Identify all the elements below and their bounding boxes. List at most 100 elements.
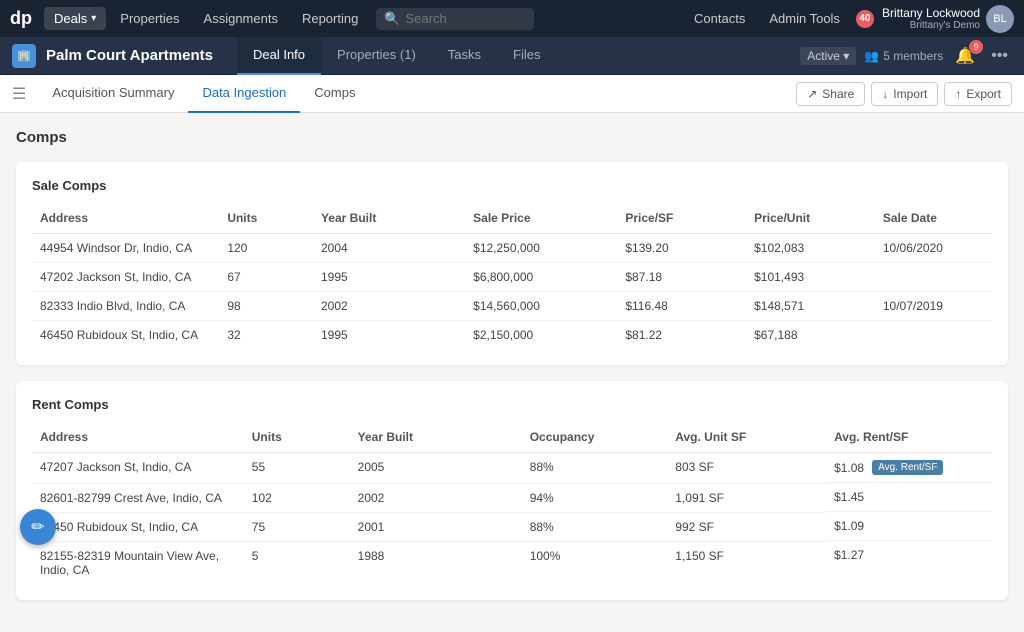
admin-tools-button[interactable]: Admin Tools	[761, 7, 848, 30]
cell-sale-price: $2,150,000	[465, 321, 617, 350]
table-row: 82155-82319 Mountain View Ave, Indio, CA…	[32, 541, 992, 584]
rent-comps-card: Rent Comps Address Units Year Built Occu…	[16, 381, 1008, 600]
tab-files[interactable]: Files	[497, 37, 556, 75]
table-row: 82333 Indio Blvd, Indio, CA 98 2002 $14,…	[32, 292, 992, 321]
col-header-sale-price: Sale Price	[465, 205, 617, 234]
cell-year-built: 2004	[313, 234, 465, 263]
search-input[interactable]	[406, 11, 526, 26]
cell-sale-date	[875, 263, 992, 292]
cell-price-sf: $139.20	[617, 234, 746, 263]
tab-tasks[interactable]: Tasks	[432, 37, 497, 75]
col-header-avg-unit-sf: Avg. Unit SF	[667, 424, 826, 453]
tab-comps[interactable]: Comps	[300, 75, 369, 113]
fab-edit-button[interactable]: ✏	[20, 509, 56, 545]
cell-year-built: 2005	[350, 453, 522, 484]
table-row: 82601-82799 Crest Ave, Indio, CA 102 200…	[32, 483, 992, 512]
nav-right-section: Contacts Admin Tools 40 Brittany Lockwoo…	[686, 5, 1014, 33]
nav-reporting[interactable]: Reporting	[292, 7, 368, 30]
more-options-button[interactable]: •••	[987, 45, 1012, 67]
cell-price-unit: $102,083	[746, 234, 875, 263]
search-bar[interactable]: 🔍	[376, 8, 533, 30]
cell-address: 82601-82799 Crest Ave, Indio, CA	[32, 483, 244, 512]
chevron-down-icon: ▾	[91, 13, 96, 24]
top-navigation: dp Deals ▾ Properties Assignments Report…	[0, 0, 1024, 37]
table-row: 47207 Jackson St, Indio, CA 55 2005 88% …	[32, 453, 992, 484]
export-icon: ↑	[955, 87, 961, 101]
tab-deal-info[interactable]: Deal Info	[237, 37, 321, 75]
cell-avg-rent-sf: $1.08Avg. Rent/SF	[826, 453, 992, 483]
cell-avg-unit-sf: 1,091 SF	[667, 483, 826, 512]
cell-address: 46450 Rubidoux St, Indio, CA	[32, 321, 219, 350]
contacts-button[interactable]: Contacts	[686, 7, 753, 30]
cell-address: 82155-82319 Mountain View Ave, Indio, CA	[32, 541, 244, 584]
col-header-year-built: Year Built	[350, 424, 522, 453]
cell-year-built: 2001	[350, 512, 522, 541]
search-icon: 🔍	[384, 11, 400, 27]
cell-occupancy: 88%	[522, 512, 668, 541]
members-button[interactable]: 👥 5 members	[864, 49, 943, 63]
cell-address: 82333 Indio Blvd, Indio, CA	[32, 292, 219, 321]
cell-units: 55	[244, 453, 350, 484]
tab-properties[interactable]: Properties (1)	[321, 37, 432, 75]
col-header-occupancy: Occupancy	[522, 424, 668, 453]
nav-deals[interactable]: Deals ▾	[44, 7, 106, 30]
user-info: Brittany Lockwood Brittany's Demo BL	[882, 5, 1014, 33]
cell-units: 67	[219, 263, 313, 292]
col-header-address: Address	[32, 424, 244, 453]
notification-badge[interactable]: 40	[856, 10, 874, 28]
hamburger-icon[interactable]: ☰	[12, 84, 26, 104]
share-icon: ↗	[807, 87, 817, 101]
sale-comps-table: Address Units Year Built Sale Price Pric…	[32, 205, 992, 349]
import-button[interactable]: ↓ Import	[871, 82, 938, 106]
col-header-sale-date: Sale Date	[875, 205, 992, 234]
cell-price-unit: $101,493	[746, 263, 875, 292]
cell-sale-date	[875, 321, 992, 350]
col-header-address: Address	[32, 205, 219, 234]
tab-data-ingestion[interactable]: Data Ingestion	[188, 75, 300, 113]
export-button[interactable]: ↑ Export	[944, 82, 1012, 106]
col-header-units: Units	[244, 424, 350, 453]
status-badge[interactable]: Active ▾	[800, 47, 856, 65]
page-title: Comps	[16, 129, 1008, 146]
col-header-year-built: Year Built	[313, 205, 465, 234]
share-button[interactable]: ↗ Share	[796, 82, 865, 106]
col-header-price-unit: Price/Unit	[746, 205, 875, 234]
cell-sale-date: 10/07/2019	[875, 292, 992, 321]
notifications-button[interactable]: 🔔 9	[951, 44, 979, 68]
sale-comps-card: Sale Comps Address Units Year Built Sale…	[16, 162, 1008, 365]
tab-acquisition-summary[interactable]: Acquisition Summary	[38, 75, 188, 113]
table-row: 46450 Rubidoux St, Indio, CA 75 2001 88%…	[32, 512, 992, 541]
cell-avg-rent-sf: $1.45	[826, 483, 992, 512]
cell-units: 102	[244, 483, 350, 512]
avatar[interactable]: BL	[986, 5, 1014, 33]
cell-occupancy: 94%	[522, 483, 668, 512]
nav-assignments[interactable]: Assignments	[194, 7, 288, 30]
nav-properties[interactable]: Properties	[110, 7, 189, 30]
col-header-avg-rent-sf: Avg. Rent/SF	[826, 424, 992, 453]
table-row: 44954 Windsor Dr, Indio, CA 120 2004 $12…	[32, 234, 992, 263]
cell-occupancy: 88%	[522, 453, 668, 484]
cell-year-built: 1995	[313, 263, 465, 292]
cell-units: 98	[219, 292, 313, 321]
cell-units: 75	[244, 512, 350, 541]
cell-occupancy: 100%	[522, 541, 668, 584]
table-row: 47202 Jackson St, Indio, CA 67 1995 $6,8…	[32, 263, 992, 292]
avg-rent-sf-tooltip: Avg. Rent/SF	[872, 460, 943, 475]
sub-navigation: ☰ Acquisition Summary Data Ingestion Com…	[0, 75, 1024, 113]
cell-price-unit: $148,571	[746, 292, 875, 321]
page-content: Comps Sale Comps Address Units Year Buil…	[0, 113, 1024, 632]
app-logo: dp	[10, 8, 32, 29]
col-header-units: Units	[219, 205, 313, 234]
notif-count: 9	[969, 40, 983, 54]
cell-units: 120	[219, 234, 313, 263]
cell-units: 5	[244, 541, 350, 584]
rent-comps-table: Address Units Year Built Occupancy Avg. …	[32, 424, 992, 584]
col-header-price-sf: Price/SF	[617, 205, 746, 234]
user-name: Brittany Lockwood	[882, 6, 980, 20]
cell-price-sf: $116.48	[617, 292, 746, 321]
edit-icon: ✏	[31, 517, 44, 537]
cell-address: 44954 Windsor Dr, Indio, CA	[32, 234, 219, 263]
rent-comps-title: Rent Comps	[32, 397, 992, 412]
cell-year-built: 1988	[350, 541, 522, 584]
deal-header: 🏢 Palm Court Apartments Deal Info Proper…	[0, 37, 1024, 75]
